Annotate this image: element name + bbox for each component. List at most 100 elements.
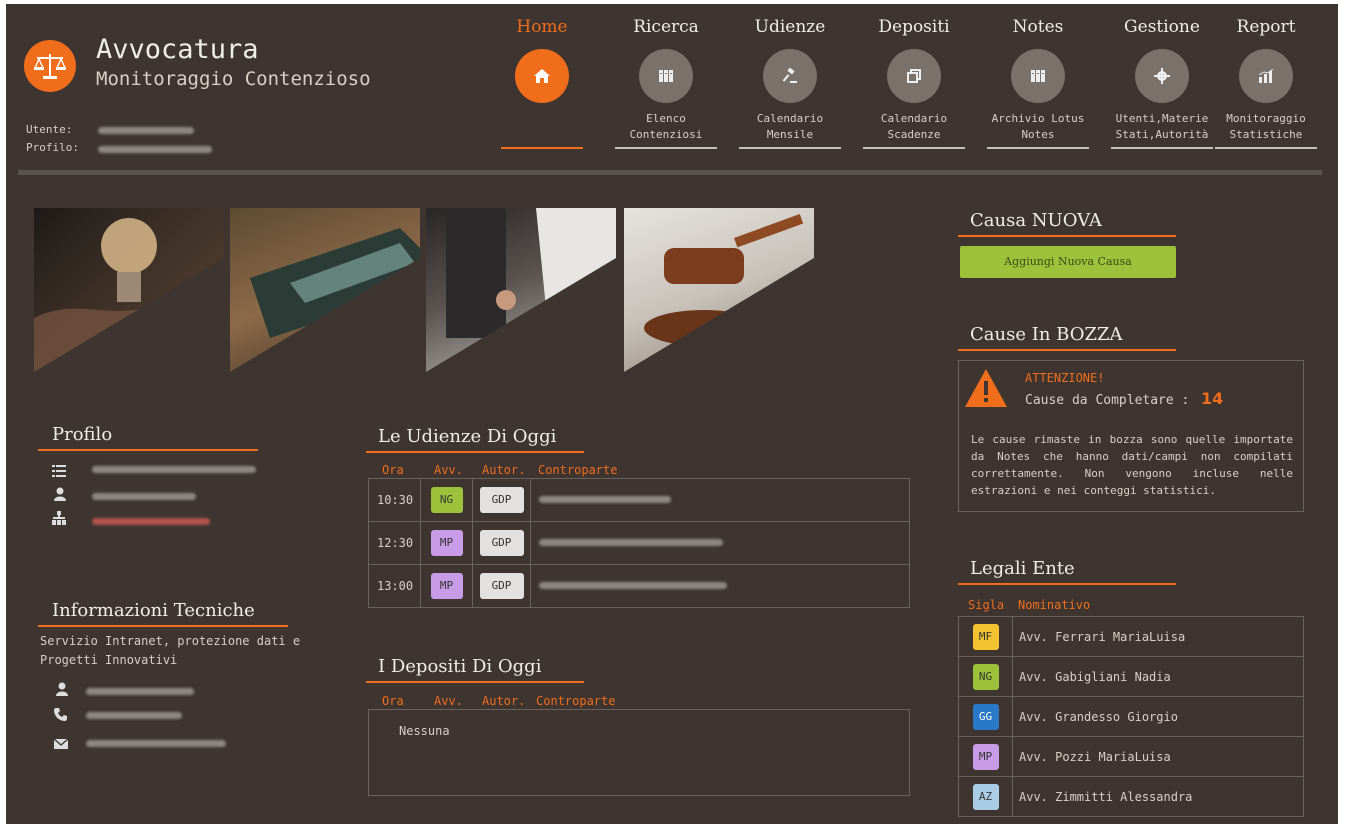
nav-ricerca-sub[interactable]: Elenco Contenziosi: [615, 109, 717, 149]
udienze-autor-cell: GDP: [472, 521, 531, 565]
legali-sigla-cell: NG: [958, 656, 1013, 697]
udienze-controparte: [530, 521, 910, 565]
legali-nome: Avv. Ferrari MariaLuisa: [1012, 616, 1304, 657]
udienze-ora: 10:30: [368, 478, 421, 522]
avv-badge: MP: [430, 530, 463, 556]
archive-icon[interactable]: [639, 49, 693, 103]
depositi-col-autor: Autor.: [482, 694, 526, 708]
udienze-col-autor: Autor.: [482, 463, 526, 477]
nav-udienze[interactable]: Udienze Calendario Mensile: [736, 14, 844, 149]
sigla-badge: GG: [972, 703, 999, 730]
udienze-title: Le Udienze Di Oggi: [366, 426, 584, 453]
gavel-image: [624, 208, 814, 372]
bar-chart-icon[interactable]: [1239, 49, 1293, 103]
nav-home[interactable]: Home: [488, 14, 596, 149]
redacted-info-user: [86, 688, 194, 695]
gavel-icon[interactable]: [763, 49, 817, 103]
info-title: Informazioni Tecniche: [38, 600, 288, 627]
user-icon: [54, 486, 70, 502]
nav-report-sub[interactable]: Monitoraggio Statistiche: [1215, 109, 1317, 149]
app-title: Avvocatura: [96, 34, 259, 65]
phone-icon: [54, 706, 70, 722]
udienze-controparte: [530, 564, 910, 608]
autor-badge: GDP: [479, 573, 524, 599]
table-row[interactable]: MP Avv. Pozzi MariaLuisa: [958, 736, 1304, 777]
bozza-box: ATTENZIONE! Cause da Completare : 14 Le …: [958, 360, 1304, 512]
udienze-autor-cell: GDP: [472, 478, 531, 522]
legali-nome: Avv. Grandesso Giorgio: [1012, 696, 1304, 737]
nav-depositi[interactable]: Depositi Calendario Scadenze: [860, 14, 968, 149]
udienze-avv-cell: MP: [420, 564, 473, 608]
home-icon[interactable]: [515, 49, 569, 103]
nav-ricerca[interactable]: Ricerca Elenco Contenziosi: [612, 14, 720, 149]
legali-sigla-cell: AZ: [958, 776, 1013, 817]
autor-badge: GDP: [479, 530, 524, 556]
udienze-table: 10:30 NG GDP 12:30 MP GDP 13:00 MP GDP: [368, 478, 910, 608]
nav-gestione-sub[interactable]: Utenti,Materie Stati,Autorità: [1111, 109, 1213, 149]
legali-nome: Avv. Zimmitti Alessandra: [1012, 776, 1304, 817]
sigla-badge: MF: [972, 623, 999, 650]
nav-udienze-sub[interactable]: Calendario Mensile: [739, 109, 841, 149]
user-label: Utente:: [26, 123, 73, 136]
legali-sigla-cell: GG: [958, 696, 1013, 737]
archive-icon[interactable]: [1011, 49, 1065, 103]
redacted-controparte: [539, 539, 723, 546]
info-desc-line1: Servizio Intranet, protezione dati e: [40, 634, 301, 648]
nav-notes-label: Notes: [1012, 17, 1064, 37]
nav-udienze-label: Udienze: [754, 17, 826, 37]
redacted-info-email: [86, 740, 226, 747]
table-row[interactable]: 12:30 MP GDP: [368, 521, 910, 565]
depositi-empty: Nessuna: [399, 724, 450, 738]
sigla-badge: MP: [972, 743, 999, 770]
nav-notes-sub[interactable]: Archivio Lotus Notes: [987, 109, 1089, 149]
nav-home-label: Home: [516, 17, 568, 37]
bozza-title: Cause In BOZZA: [958, 324, 1176, 351]
legali-sigla-cell: MF: [958, 616, 1013, 657]
redacted-profile-org: [92, 518, 210, 525]
nav-depositi-label: Depositi: [878, 17, 950, 37]
nav-gestione[interactable]: Gestione Utenti,Materie Stati,Autorità: [1108, 14, 1216, 149]
avv-badge: NG: [430, 487, 463, 513]
table-row[interactable]: AZ Avv. Zimmitti Alessandra: [958, 776, 1304, 817]
udienze-autor-cell: GDP: [472, 564, 531, 608]
table-row[interactable]: MF Avv. Ferrari MariaLuisa: [958, 616, 1304, 657]
nav-home-underline: [501, 109, 583, 149]
autor-badge: GDP: [479, 487, 524, 513]
table-row[interactable]: NG Avv. Gabigliani Nadia: [958, 656, 1304, 697]
nav-report-label: Report: [1236, 17, 1296, 37]
nav-ricerca-label: Ricerca: [633, 17, 699, 37]
udienze-ora: 12:30: [368, 521, 421, 565]
count-value[interactable]: 14: [1201, 389, 1223, 408]
smartphone-image: [230, 208, 420, 372]
nav-depositi-sub[interactable]: Calendario Scadenze: [863, 109, 965, 149]
copy-icon[interactable]: [887, 49, 941, 103]
warning-icon: [963, 367, 1009, 413]
sigla-badge: NG: [972, 663, 999, 690]
udienze-avv-cell: NG: [420, 478, 473, 522]
nuova-title: Causa NUOVA: [958, 210, 1176, 237]
warning-label: ATTENZIONE!: [1025, 371, 1105, 385]
org-chart-icon: [52, 510, 68, 526]
nav-notes[interactable]: Notes Archivio Lotus Notes: [984, 14, 1092, 149]
businessman-image: [426, 208, 616, 372]
legali-col-nominativo: Nominativo: [1018, 598, 1091, 612]
bozza-note: Le cause rimaste in bozza sono quelle im…: [971, 433, 1293, 497]
app-window: Avvocatura Monitoraggio Contenzioso Uten…: [6, 4, 1338, 824]
depositi-col-avv: Avv.: [434, 694, 463, 708]
add-new-case-button[interactable]: Aggiungi Nuova Causa: [960, 246, 1176, 278]
nav-gestione-label: Gestione: [1124, 17, 1200, 37]
legali-nome: Avv. Pozzi MariaLuisa: [1012, 736, 1304, 777]
header-separator: [18, 170, 1322, 175]
profilo-title: Profilo: [38, 424, 258, 451]
udienze-col-avv: Avv.: [434, 463, 463, 477]
udienze-col-ora: Ora: [382, 463, 404, 477]
gear-icon[interactable]: [1135, 49, 1189, 103]
table-row[interactable]: GG Avv. Grandesso Giorgio: [958, 696, 1304, 737]
nav-report[interactable]: Report Monitoraggio Statistiche: [1212, 14, 1320, 149]
legali-sigla-cell: MP: [958, 736, 1013, 777]
table-row[interactable]: 13:00 MP GDP: [368, 564, 910, 608]
redacted-controparte: [539, 496, 671, 503]
legali-col-sigla: Sigla: [968, 598, 1005, 612]
table-row[interactable]: 10:30 NG GDP: [368, 478, 910, 522]
legali-table: MF Avv. Ferrari MariaLuisa NG Avv. Gabig…: [958, 616, 1304, 817]
